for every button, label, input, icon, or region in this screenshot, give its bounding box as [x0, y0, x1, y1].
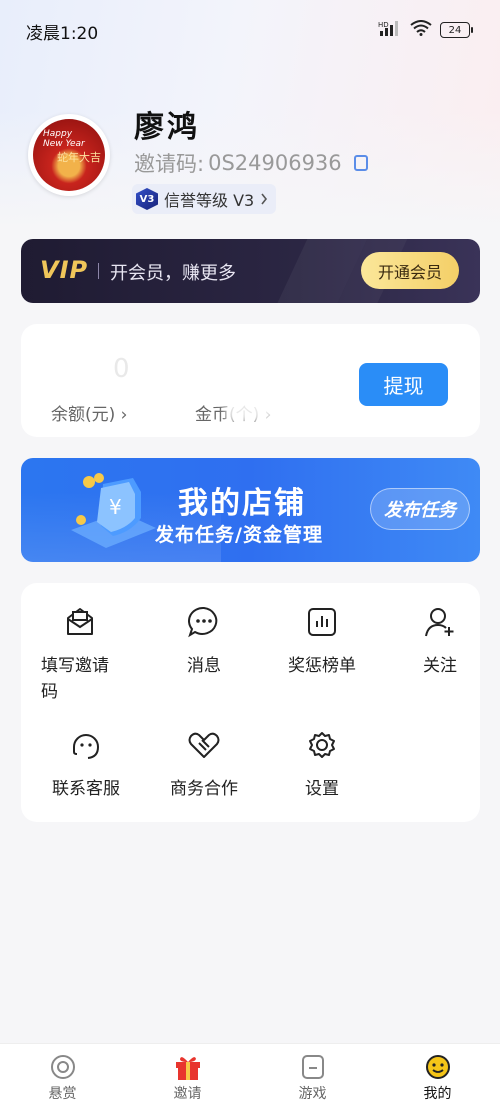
- vip-promo-text: 开会员，赚更多: [110, 263, 236, 284]
- feature-menu-grid: 填写邀请码 消息 奖惩榜单 关注 联系客服 商务合作 设置: [21, 583, 480, 822]
- svg-text:¥: ¥: [109, 495, 122, 519]
- chevron-right-icon: [260, 190, 268, 209]
- copy-icon[interactable]: [353, 155, 368, 171]
- menu-item-label: 联系客服: [52, 779, 120, 799]
- publish-task-button[interactable]: 发布任务: [370, 488, 470, 530]
- status-icons: HD 24: [378, 20, 473, 40]
- level-shield-icon: V3: [136, 188, 158, 210]
- avatar[interactable]: Happy New Year 蛇年大吉: [28, 114, 110, 196]
- shop-title: 我的店铺: [178, 486, 306, 521]
- menu-item-label: 奖惩榜单: [288, 656, 356, 676]
- menu-item-business-cooperation[interactable]: 商务合作: [145, 728, 263, 802]
- tab-invite[interactable]: 邀请: [125, 1044, 250, 1111]
- status-time: 凌晨1:20: [26, 24, 99, 44]
- status-bar: 凌晨1:20 HD 24: [0, 0, 500, 60]
- menu-item-label: 填写邀请码: [41, 656, 109, 702]
- credit-level-badge[interactable]: V3 信誉等级 V3: [132, 184, 277, 214]
- menu-item-label: 关注: [423, 656, 457, 676]
- balance-value: 0: [113, 354, 130, 384]
- follow-user-icon: [425, 608, 454, 637]
- chart-board-icon: [308, 608, 336, 636]
- bottom-tab-bar: 悬赏 邀请 游戏 我的: [0, 1043, 500, 1111]
- avatar-text-2: New Year: [43, 139, 85, 149]
- invite-code-row: 邀请码: 0S24906936: [134, 148, 368, 178]
- tab-label: 邀请: [173, 1086, 202, 1102]
- tab-label: 悬赏: [48, 1086, 77, 1102]
- signal-icon: HD: [378, 20, 402, 40]
- menu-item-label: 消息: [187, 656, 221, 676]
- menu-item-label: 设置: [305, 779, 339, 799]
- credit-level-text: 信誉等级 V3: [164, 191, 255, 210]
- menu-item-invite-code[interactable]: 填写邀请码: [21, 605, 139, 705]
- avatar-text-cn: 蛇年大吉: [57, 151, 101, 164]
- menu-item-customer-service[interactable]: 联系客服: [27, 728, 145, 802]
- smiley-icon: [425, 1055, 450, 1079]
- invite-code-value: 0S24906936: [208, 151, 342, 175]
- menu-item-follow[interactable]: 关注: [381, 605, 499, 679]
- gear-icon: [309, 732, 335, 758]
- menu-item-settings[interactable]: 设置: [263, 728, 381, 802]
- balance-label[interactable]: 余额(元) ›: [51, 400, 127, 425]
- tab-label: 我的: [423, 1086, 452, 1102]
- handshake-icon: [188, 732, 220, 758]
- shop-shield-illustration-icon: ¥: [71, 473, 156, 548]
- profile-section: Happy New Year 蛇年大吉 廖鸿 邀请码: 0S24906936 V3…: [28, 110, 478, 220]
- user-name: 廖鸿: [134, 110, 200, 145]
- chat-bubble-icon: [188, 606, 218, 638]
- tab-label: 游戏: [298, 1086, 327, 1102]
- tab-mine[interactable]: 我的: [375, 1044, 500, 1111]
- hd-label: HD: [378, 21, 389, 29]
- vip-divider: [98, 263, 99, 279]
- avatar-text-1: Happy: [43, 129, 73, 139]
- withdraw-button[interactable]: 提现: [359, 363, 448, 406]
- vip-logo: VIP: [40, 256, 89, 284]
- invite-code-label: 邀请码:: [134, 152, 205, 176]
- menu-item-messages[interactable]: 消息: [145, 605, 263, 679]
- tab-games[interactable]: 游戏: [250, 1044, 375, 1111]
- wifi-icon: [410, 20, 432, 40]
- my-shop-banner[interactable]: ¥ 我的店铺 发布任务/资金管理 发布任务: [21, 458, 480, 562]
- tab-reward[interactable]: 悬赏: [0, 1044, 125, 1111]
- gift-icon: [175, 1057, 200, 1080]
- balance-card: 0 余额(元) › 金币(个) › 提现: [21, 324, 480, 437]
- open-membership-button[interactable]: 开通会员: [361, 252, 459, 289]
- balance-label-text: 余额(元): [51, 405, 116, 425]
- battery-icon: 24: [440, 22, 473, 38]
- menu-item-label: 商务合作: [170, 779, 238, 799]
- game-icon: [301, 1055, 324, 1079]
- target-icon: [50, 1055, 75, 1079]
- menu-item-leaderboard[interactable]: 奖惩榜单: [263, 605, 381, 679]
- blur-overlay: [226, 396, 274, 422]
- mail-icon: [67, 608, 93, 635]
- headset-icon: [73, 734, 99, 759]
- vip-banner[interactable]: VIP 开会员，赚更多 开通会员: [21, 239, 480, 303]
- shop-subtitle: 发布任务/资金管理: [155, 524, 323, 546]
